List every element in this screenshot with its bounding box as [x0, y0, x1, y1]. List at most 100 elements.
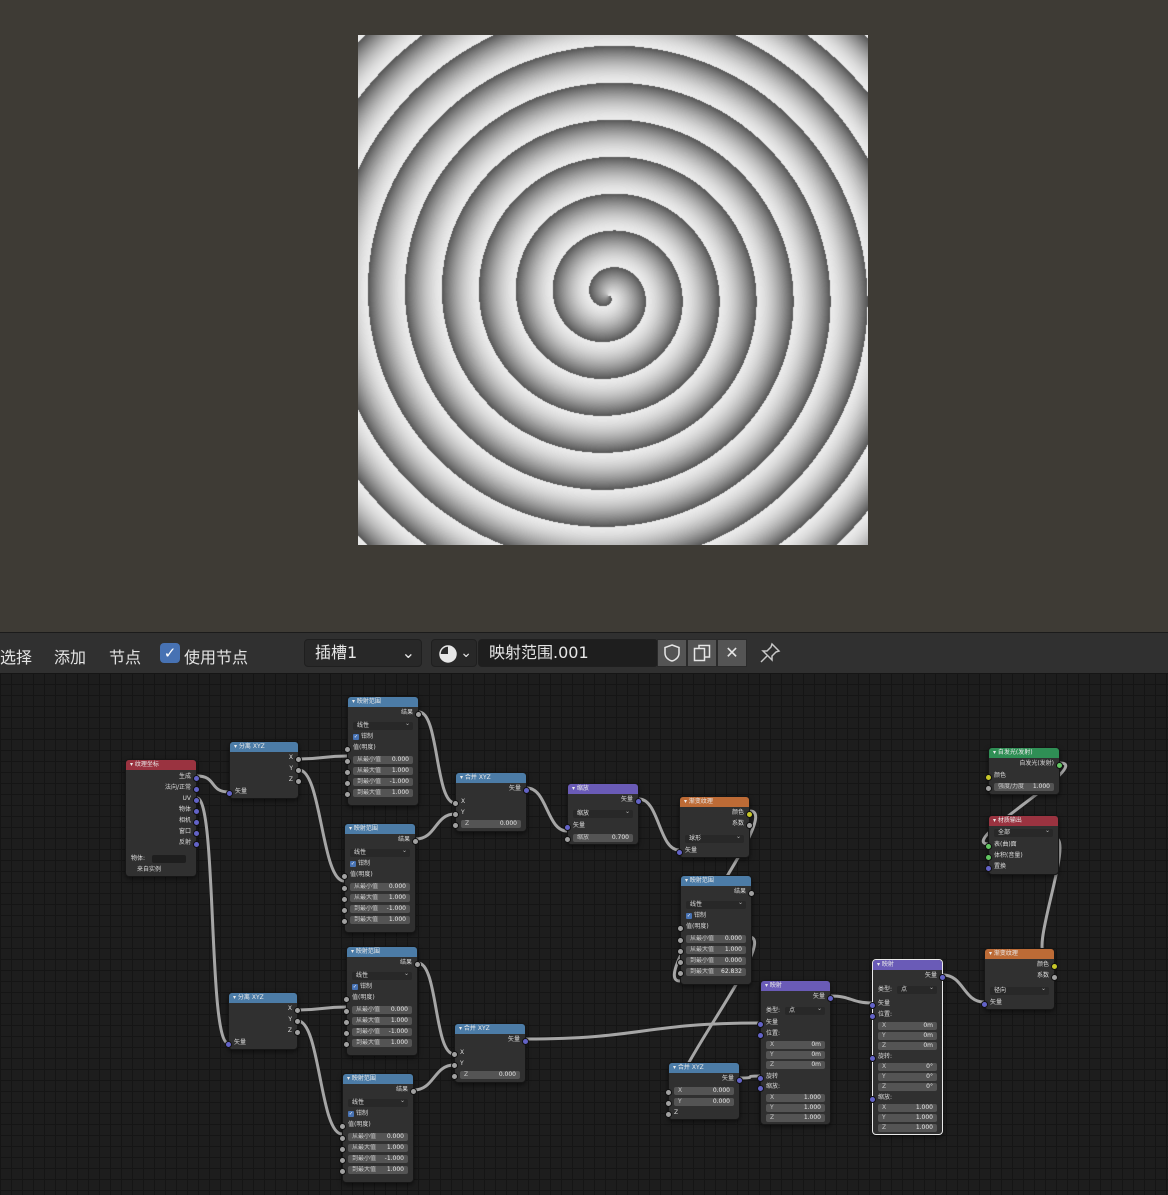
socket[interactable]: [1051, 963, 1058, 970]
interpolation-dropdown[interactable]: 线性: [352, 970, 412, 980]
gradient-type-dropdown[interactable]: 球形: [685, 833, 744, 843]
from-max-field[interactable]: 从最大值 1.000: [686, 946, 746, 954]
socket[interactable]: [193, 830, 200, 837]
socket[interactable]: [295, 767, 302, 774]
node-link[interactable]: [417, 961, 455, 1056]
from-min-field[interactable]: 从最小值 0.000: [353, 756, 413, 764]
menu-node[interactable]: 节点: [109, 644, 141, 668]
node-link[interactable]: [526, 786, 568, 833]
node-link[interactable]: [415, 812, 456, 841]
node-header[interactable]: ▾ 映射范围: [345, 824, 415, 834]
socket[interactable]: [677, 925, 684, 932]
node-gradient-texture[interactable]: ▾ 渐变纹理 颜色 系数 球形 矢量: [676, 796, 753, 858]
socket[interactable]: [757, 1021, 764, 1028]
node-combine-xyz[interactable]: ▾ 合并 XYZ 矢量 X Y Z 0.000: [451, 1023, 529, 1083]
node-header[interactable]: ▾ 分离 XYZ: [230, 742, 298, 752]
location-z-field[interactable]: Z 0m: [878, 1042, 937, 1050]
socket[interactable]: [869, 1096, 876, 1103]
socket[interactable]: [985, 785, 992, 792]
rotation-y-field[interactable]: Y 0°: [878, 1073, 937, 1081]
to-max-field[interactable]: 到最大值 62.832: [686, 968, 746, 976]
socket[interactable]: [985, 843, 992, 850]
socket[interactable]: [869, 1013, 876, 1020]
node-header[interactable]: ▾ 合并 XYZ: [456, 773, 526, 783]
socket[interactable]: [344, 780, 351, 787]
socket[interactable]: [451, 1062, 458, 1069]
socket[interactable]: [193, 841, 200, 848]
to-max-field[interactable]: 到最大值 1.000: [353, 789, 413, 797]
socket[interactable]: [226, 790, 233, 797]
node-header[interactable]: ▾ 映射范围: [347, 947, 417, 957]
node-header[interactable]: ▾ 自发光(发射): [989, 748, 1059, 758]
node-link[interactable]: [196, 774, 230, 794]
socket[interactable]: [677, 970, 684, 977]
node-header[interactable]: ▾ 渐变纹理: [985, 949, 1054, 959]
node-link[interactable]: [196, 796, 229, 1045]
object-picker[interactable]: [152, 855, 186, 863]
checkbox-icon[interactable]: ✓: [686, 913, 692, 919]
node-separate-xyz[interactable]: ▾ 分离 XYZ X Y Z 矢量: [226, 741, 302, 799]
socket[interactable]: [295, 778, 302, 785]
socket[interactable]: [339, 1135, 346, 1142]
operation-dropdown[interactable]: 缩放: [573, 808, 633, 818]
x-field[interactable]: X 0.000: [674, 1087, 734, 1095]
socket[interactable]: [564, 824, 571, 831]
location-x-field[interactable]: X 0m: [878, 1022, 937, 1030]
node-link[interactable]: [638, 797, 680, 852]
node-map-range[interactable]: ▾ 映射范围 结果 线性 ✓ 钳制 值(明度) 从最小值0.000 从最大值1.…: [677, 875, 755, 985]
socket[interactable]: [677, 937, 684, 944]
node-material-output[interactable]: ▾ 材质输出 全部 表(曲)面 体积(音量) 置换: [985, 815, 1059, 875]
socket[interactable]: [414, 961, 421, 968]
scale-field[interactable]: 缩放 0.700: [573, 834, 633, 842]
node-mapping[interactable]: ▾ 映射 矢量 类型: 点 矢量 位置: X0m Y0m Z0m 旋转: X0°…: [869, 959, 946, 1135]
scale-y-field[interactable]: Y 1.000: [878, 1114, 937, 1122]
node-link[interactable]: [830, 994, 873, 1005]
socket[interactable]: [757, 1032, 764, 1039]
node-link[interactable]: [298, 754, 348, 761]
socket[interactable]: [344, 758, 351, 765]
node-link[interactable]: [418, 710, 456, 805]
from-min-field[interactable]: 从最小值 0.000: [686, 935, 746, 943]
node-link[interactable]: [525, 1021, 761, 1041]
socket[interactable]: [522, 1038, 529, 1045]
from-max-field[interactable]: 从最大值 1.000: [350, 894, 410, 902]
node-map-range[interactable]: ▾ 映射范围 结果 线性 ✓ 钳制 值(明度) 从最小值0.000 从最大值1.…: [344, 696, 422, 806]
socket[interactable]: [985, 865, 992, 872]
location-x-field[interactable]: X 0m: [766, 1041, 825, 1049]
socket[interactable]: [985, 774, 992, 781]
node-emission[interactable]: ▾ 自发光(发射) 自发光(发射) 颜色 强度/力度 1.000: [985, 747, 1063, 795]
location-z-field[interactable]: Z 0m: [766, 1061, 825, 1069]
to-min-field[interactable]: 到最小值 -1.000: [352, 1028, 412, 1036]
mapping-type-dropdown[interactable]: 点: [897, 984, 937, 994]
socket[interactable]: [746, 811, 753, 818]
checkbox-icon[interactable]: ✓: [350, 861, 356, 867]
socket[interactable]: [736, 1077, 743, 1084]
node-separate-xyz[interactable]: ▾ 分离 XYZ X Y Z 矢量: [225, 992, 301, 1050]
y-field[interactable]: Y 0.000: [674, 1098, 734, 1106]
socket[interactable]: [523, 787, 530, 794]
socket[interactable]: [869, 1055, 876, 1062]
node-texture-coordinate[interactable]: ▾ 纹理坐标 生成 法向/正常 UV 物体 相机 窗口 反射 物体: 来自实例: [125, 759, 200, 877]
socket[interactable]: [341, 907, 348, 914]
socket[interactable]: [294, 1018, 301, 1025]
socket[interactable]: [344, 746, 351, 753]
rotation-z-field[interactable]: Z 0°: [878, 1083, 937, 1091]
scale-z-field[interactable]: Z 1.000: [766, 1114, 825, 1122]
node-combine-xyz[interactable]: ▾ 合并 XYZ 矢量 X 0.000 Y 0.000 Z: [665, 1062, 743, 1120]
socket[interactable]: [343, 996, 350, 1003]
socket[interactable]: [339, 1157, 346, 1164]
socket[interactable]: [193, 797, 200, 804]
socket[interactable]: [343, 1030, 350, 1037]
scale-z-field[interactable]: Z 1.000: [878, 1124, 937, 1132]
to-min-field[interactable]: 到最小值 -1.000: [348, 1155, 408, 1163]
node-map-range[interactable]: ▾ 映射范围 结果 线性 ✓ 钳制 值(明度) 从最小值0.000 从最大值1.…: [341, 823, 419, 933]
rotation-x-field[interactable]: X 0°: [878, 1063, 937, 1071]
node-combine-xyz[interactable]: ▾ 合并 XYZ 矢量 X Y Z 0.000: [452, 772, 530, 832]
socket[interactable]: [339, 1146, 346, 1153]
z-field[interactable]: Z 0.000: [461, 820, 521, 828]
socket[interactable]: [451, 1073, 458, 1080]
socket[interactable]: [341, 885, 348, 892]
to-max-field[interactable]: 到最大值 1.000: [350, 916, 410, 924]
socket[interactable]: [341, 873, 348, 880]
socket[interactable]: [564, 836, 571, 843]
